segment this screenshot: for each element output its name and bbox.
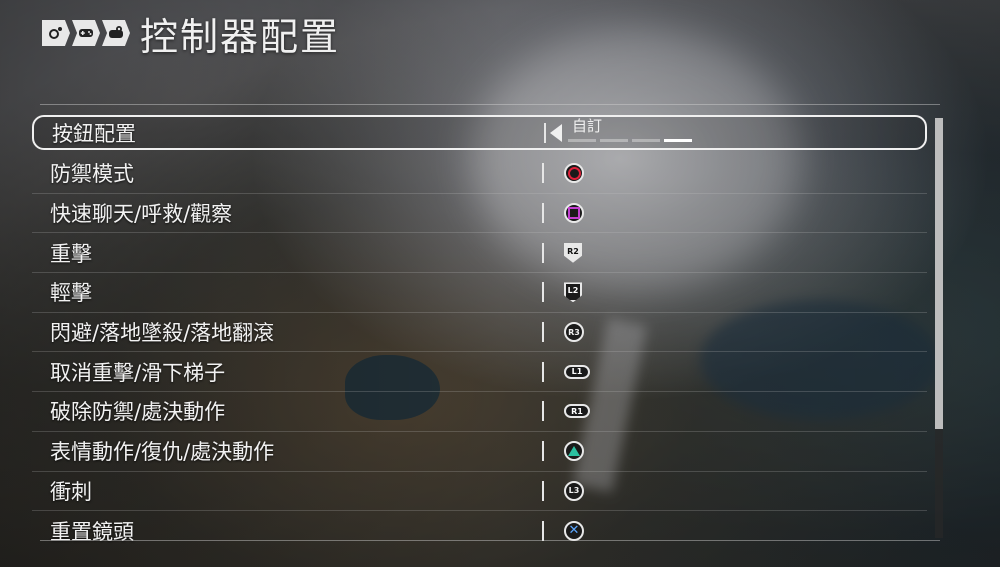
row-dodge[interactable]: 閃避/落地墜殺/落地翻滾 R3: [32, 313, 927, 353]
scrollbar-thumb[interactable]: [935, 118, 943, 429]
row-quick-chat[interactable]: 快速聊天/呼救/觀察: [32, 194, 927, 234]
row-separator: [542, 441, 544, 462]
r3-button-icon: R3: [564, 322, 584, 343]
row-sprint[interactable]: 衝刺 L3: [32, 472, 927, 512]
row-label: 破除防禦/處決動作: [50, 400, 226, 425]
controller-config-icon[interactable]: [102, 20, 130, 46]
row-separator: [542, 322, 544, 343]
header-icons: [42, 20, 130, 46]
row-guard-mode[interactable]: 防禦模式: [32, 154, 927, 194]
row-label: 衝刺: [50, 479, 92, 504]
r2-button-icon: R2: [564, 242, 582, 263]
header: 控制器配置: [42, 8, 341, 59]
row-reset-camera[interactable]: 重置鏡頭 ✕: [32, 511, 927, 550]
top-divider: [40, 104, 940, 105]
row-separator: [542, 203, 544, 224]
gamepad-icon[interactable]: [72, 20, 100, 46]
row-separator: [542, 242, 544, 263]
row-label: 閃避/落地墜殺/落地翻滾: [50, 321, 275, 346]
page-dot-active: [664, 138, 692, 142]
row-heavy-attack[interactable]: 重擊 R2: [32, 233, 927, 274]
row-button-layout[interactable]: 按鈕配置 自訂: [32, 115, 927, 150]
row-guard-break[interactable]: 破除防禦/處決動作 R1: [32, 392, 927, 432]
l2-button-icon: L2: [564, 282, 582, 303]
l3-button-icon: L3: [564, 480, 584, 501]
triangle-button-icon: [564, 441, 584, 462]
layout-value-selector[interactable]: 自訂: [568, 117, 708, 147]
page-dot: [600, 138, 628, 142]
row-separator: [544, 122, 546, 143]
row-label: 表情動作/復仇/處決動作: [50, 440, 275, 465]
arrow-left-icon[interactable]: [550, 123, 562, 142]
page-indicator: [568, 138, 692, 142]
r1-button-icon: R1: [564, 404, 590, 419]
row-separator: [542, 480, 544, 501]
square-button-icon: [564, 203, 584, 224]
settings-icon[interactable]: [42, 20, 70, 46]
layout-value: 自訂: [572, 116, 603, 135]
row-separator: [542, 401, 544, 422]
row-label: 重置鏡頭: [50, 519, 134, 544]
page-dot: [568, 138, 596, 142]
row-label: 按鈕配置: [52, 121, 136, 146]
scrollbar[interactable]: [935, 118, 943, 538]
row-separator: [542, 520, 544, 541]
row-separator: [542, 361, 544, 382]
binding-list: 按鈕配置 自訂 防禦模式 快速聊天/呼救/觀察 重擊 R2 輕擊 L2 閃避/落…: [32, 115, 927, 550]
page-dot: [632, 138, 660, 142]
cross-button-icon: ✕: [564, 520, 584, 541]
circle-button-icon: [564, 163, 584, 184]
page-title: 控制器配置: [140, 14, 341, 59]
row-label: 快速聊天/呼救/觀察: [50, 202, 233, 227]
row-emote[interactable]: 表情動作/復仇/處決動作: [32, 432, 927, 472]
l1-button-icon: L1: [564, 364, 590, 379]
row-separator: [542, 282, 544, 303]
row-label: 輕擊: [50, 281, 92, 306]
row-feint[interactable]: 取消重擊/滑下梯子 L1: [32, 352, 927, 393]
row-label: 取消重擊/滑下梯子: [50, 360, 226, 385]
row-label: 防禦模式: [50, 162, 134, 187]
row-label: 重擊: [50, 241, 92, 266]
row-separator: [542, 163, 544, 184]
bottom-divider: [40, 540, 940, 541]
row-light-attack[interactable]: 輕擊 L2: [32, 273, 927, 313]
